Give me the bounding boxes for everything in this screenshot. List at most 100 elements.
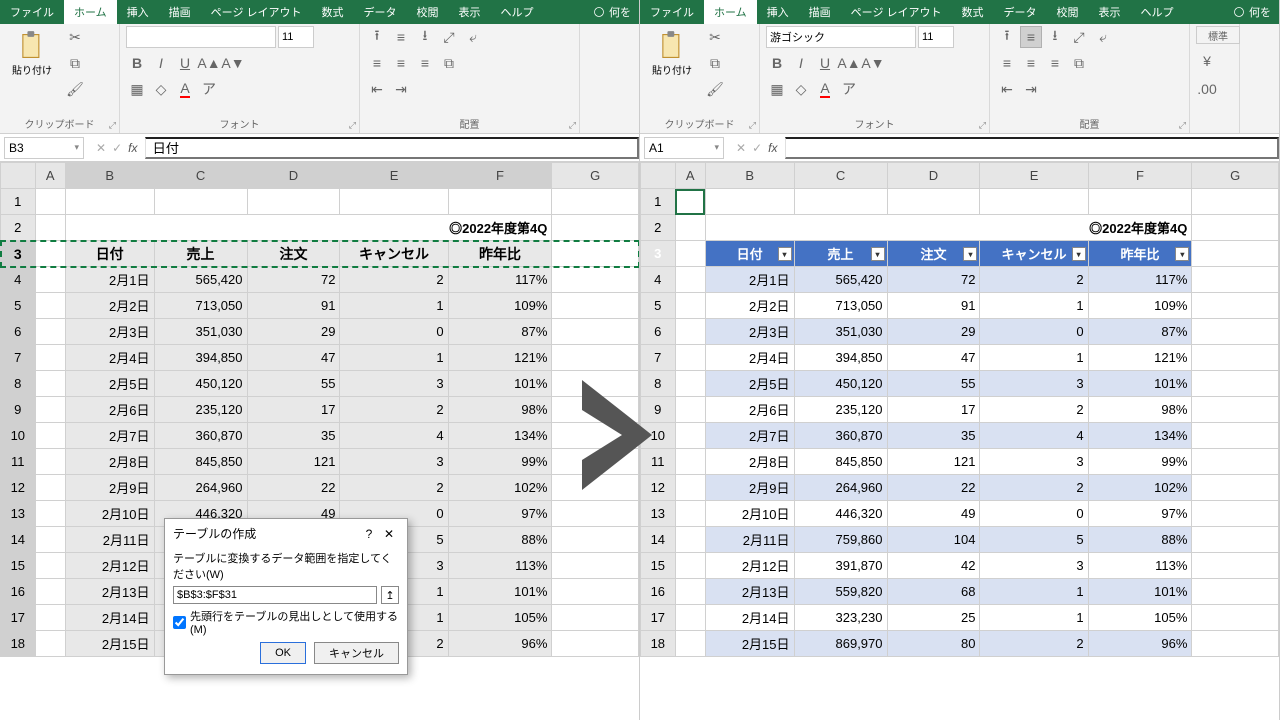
accept-fx-icon[interactable]: ✓ xyxy=(112,141,122,155)
data-cell[interactable]: 446,320 xyxy=(794,501,887,527)
menu-tab-表示[interactable]: 表示 xyxy=(449,0,491,24)
data-cell[interactable]: 2月2日 xyxy=(705,293,794,319)
row-header[interactable]: 12 xyxy=(1,475,36,501)
fill-color-button[interactable]: ◇ xyxy=(790,78,812,100)
data-cell[interactable]: 2月14日 xyxy=(705,605,794,631)
spreadsheet-right[interactable]: ABCDEFG12◎2022年度第4Q3日付▾売上▾注文▾キャンセル▾昨年比▾4… xyxy=(640,162,1279,657)
row-header[interactable]: 13 xyxy=(1,501,36,527)
data-cell[interactable]: 0 xyxy=(980,319,1088,345)
launcher-icon[interactable]: ⤢ xyxy=(349,120,356,131)
paste-button[interactable]: 貼り付け xyxy=(646,26,698,81)
data-cell[interactable]: 2月14日 xyxy=(65,605,154,631)
col-header[interactable]: E xyxy=(980,163,1088,189)
row-header[interactable]: 2 xyxy=(1,215,36,241)
data-cell[interactable]: 101% xyxy=(1088,579,1192,605)
name-box[interactable]: B3▾ xyxy=(4,137,84,159)
col-header[interactable]: D xyxy=(887,163,980,189)
cut-icon[interactable]: ✂ xyxy=(64,26,86,48)
data-cell[interactable]: 109% xyxy=(1088,293,1192,319)
data-cell[interactable]: 391,870 xyxy=(794,553,887,579)
data-cell[interactable]: 2月9日 xyxy=(705,475,794,501)
data-cell[interactable]: 2月8日 xyxy=(705,449,794,475)
ok-button[interactable]: OK xyxy=(260,642,306,664)
data-cell[interactable]: 99% xyxy=(448,449,552,475)
data-cell[interactable]: 450,120 xyxy=(794,371,887,397)
data-cell[interactable]: 1 xyxy=(340,293,448,319)
decimal-icon[interactable]: .00 xyxy=(1196,78,1218,100)
data-cell[interactable]: 2月5日 xyxy=(65,371,154,397)
data-cell[interactable]: 25 xyxy=(887,605,980,631)
data-cell[interactable]: 2月1日 xyxy=(705,267,794,293)
row-header[interactable]: 5 xyxy=(641,293,676,319)
filter-icon[interactable]: ▾ xyxy=(1175,247,1189,261)
shrink-font-icon[interactable]: A▼ xyxy=(222,52,244,74)
row-header[interactable]: 16 xyxy=(1,579,36,605)
data-cell[interactable]: 360,870 xyxy=(794,423,887,449)
data-cell[interactable]: 2月6日 xyxy=(705,397,794,423)
data-cell[interactable]: 2月2日 xyxy=(65,293,154,319)
indent-inc-icon[interactable]: ⇥ xyxy=(390,78,412,100)
font-name[interactable] xyxy=(766,26,916,48)
row-header[interactable]: 5 xyxy=(1,293,36,319)
menu-tab-データ[interactable]: データ xyxy=(994,0,1047,24)
col-header[interactable]: G xyxy=(1192,163,1279,189)
tell-me[interactable]: 何を xyxy=(1225,0,1279,24)
data-cell[interactable]: 2月15日 xyxy=(705,631,794,657)
align-right-icon[interactable]: ≡ xyxy=(1044,52,1066,74)
font-size[interactable] xyxy=(278,26,314,48)
cancel-fx-icon[interactable]: ✕ xyxy=(736,141,746,155)
data-cell[interactable]: 121% xyxy=(1088,345,1192,371)
data-cell[interactable]: 3 xyxy=(980,553,1088,579)
col-header[interactable]: C xyxy=(154,163,247,189)
data-cell[interactable]: 117% xyxy=(1088,267,1192,293)
fx-icon[interactable]: fx xyxy=(128,141,137,155)
data-cell[interactable]: 450,120 xyxy=(154,371,247,397)
data-cell[interactable]: 35 xyxy=(887,423,980,449)
col-header[interactable]: D xyxy=(247,163,340,189)
copy-icon[interactable]: ⧉ xyxy=(64,52,86,74)
data-cell[interactable]: 91 xyxy=(887,293,980,319)
formula-input[interactable] xyxy=(145,137,639,159)
menu-tab-数式[interactable]: 数式 xyxy=(312,0,354,24)
data-cell[interactable]: 235,120 xyxy=(794,397,887,423)
data-cell[interactable]: 2月12日 xyxy=(705,553,794,579)
copy-icon[interactable]: ⧉ xyxy=(704,52,726,74)
data-cell[interactable]: 2 xyxy=(340,475,448,501)
align-bottom-icon[interactable]: ⭳ xyxy=(414,26,436,48)
currency-icon[interactable]: ¥ xyxy=(1196,50,1218,72)
data-cell[interactable]: 2月10日 xyxy=(65,501,154,527)
font-size[interactable] xyxy=(918,26,954,48)
data-cell[interactable]: 2月8日 xyxy=(65,449,154,475)
data-cell[interactable]: 97% xyxy=(448,501,552,527)
data-cell[interactable]: 4 xyxy=(980,423,1088,449)
row-header[interactable]: 1 xyxy=(1,189,36,215)
data-cell[interactable]: 845,850 xyxy=(794,449,887,475)
data-cell[interactable]: 72 xyxy=(887,267,980,293)
data-cell[interactable]: 2 xyxy=(980,397,1088,423)
launcher-icon[interactable]: ⤢ xyxy=(569,120,576,131)
data-cell[interactable]: 101% xyxy=(448,371,552,397)
data-cell[interactable]: 102% xyxy=(1088,475,1192,501)
data-cell[interactable]: 5 xyxy=(980,527,1088,553)
data-cell[interactable]: 101% xyxy=(1088,371,1192,397)
data-cell[interactable]: 3 xyxy=(980,371,1088,397)
launcher-icon[interactable]: ⤢ xyxy=(979,120,986,131)
data-cell[interactable]: 1 xyxy=(980,605,1088,631)
data-cell[interactable]: 759,860 xyxy=(794,527,887,553)
border-button[interactable]: ▦ xyxy=(126,78,148,100)
data-cell[interactable]: 35 xyxy=(247,423,340,449)
data-cell[interactable]: 2月15日 xyxy=(65,631,154,657)
merge-icon[interactable]: ⧉ xyxy=(438,52,460,74)
cut-icon[interactable]: ✂ xyxy=(704,26,726,48)
col-header[interactable] xyxy=(641,163,676,189)
data-cell[interactable]: 2 xyxy=(980,631,1088,657)
col-header[interactable]: F xyxy=(1088,163,1192,189)
data-cell[interactable]: 2月7日 xyxy=(65,423,154,449)
close-icon[interactable]: ✕ xyxy=(379,527,399,541)
data-cell[interactable]: 22 xyxy=(887,475,980,501)
row-header[interactable]: 4 xyxy=(641,267,676,293)
data-cell[interactable]: 91 xyxy=(247,293,340,319)
data-cell[interactable]: 713,050 xyxy=(154,293,247,319)
table-header-cell[interactable]: 昨年比▾ xyxy=(1088,241,1192,267)
style-normal[interactable]: 標準 xyxy=(1196,26,1240,44)
